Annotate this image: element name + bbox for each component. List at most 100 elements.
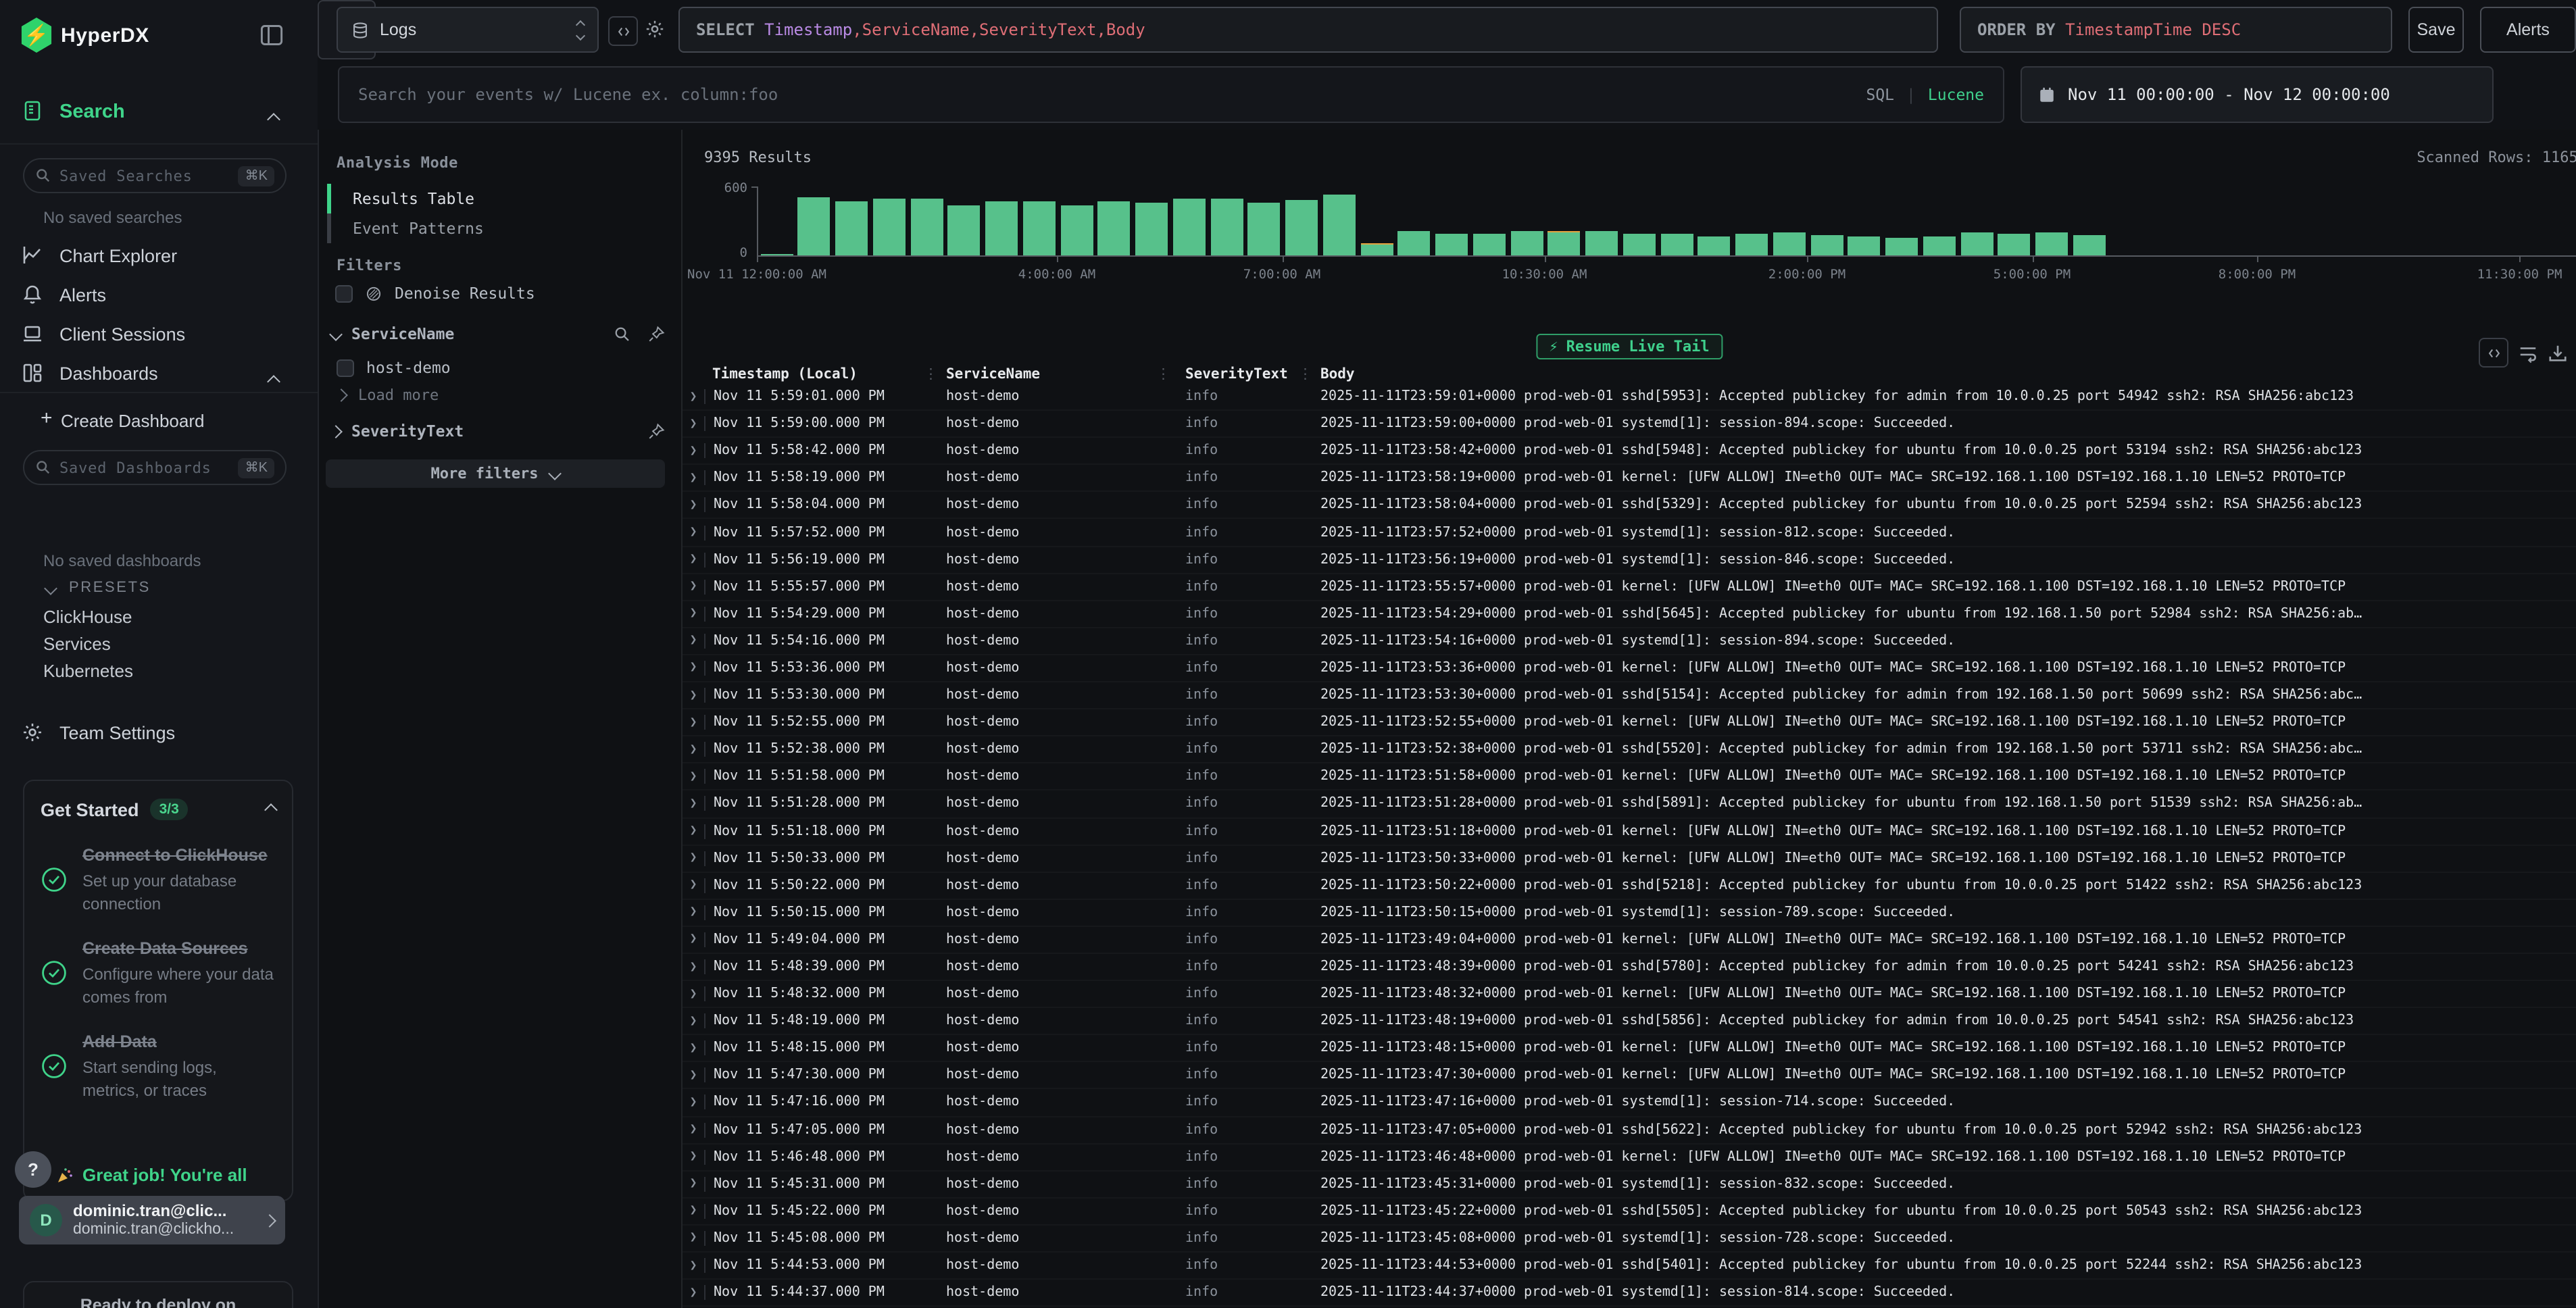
chart-bar[interactable] bbox=[910, 186, 943, 255]
chart-bar[interactable] bbox=[1885, 186, 1918, 255]
row-expand-chevron[interactable]: ❯ bbox=[683, 526, 704, 539]
chart-bar[interactable] bbox=[1698, 186, 1731, 255]
row-expand-chevron[interactable]: ❯ bbox=[683, 906, 704, 920]
table-row[interactable]: ❯ Nov 11 5:52:38.000 PM host-demo info 2… bbox=[683, 736, 2576, 763]
sidebar-preset-kubernetes[interactable]: Kubernetes bbox=[43, 661, 133, 681]
row-expand-chevron[interactable]: ❯ bbox=[683, 444, 704, 457]
filter-group-servicename[interactable]: ServiceName bbox=[331, 324, 665, 343]
row-expand-chevron[interactable]: ❯ bbox=[683, 1259, 704, 1272]
table-row[interactable]: ❯ Nov 11 5:51:28.000 PM host-demo info 2… bbox=[683, 791, 2576, 818]
chart-bar[interactable] bbox=[1060, 186, 1093, 255]
column-header-severitytext[interactable]: SeverityText⋮ bbox=[1179, 366, 1320, 382]
saved-searches-input[interactable]: Saved Searches ⌘K bbox=[23, 158, 287, 193]
view-source-icon[interactable] bbox=[2479, 338, 2508, 368]
table-row[interactable]: ❯ Nov 11 5:56:19.000 PM host-demo info 2… bbox=[683, 547, 2576, 574]
column-header-timestamp[interactable]: Timestamp (Local)⋮ bbox=[704, 366, 946, 382]
chart-bar[interactable] bbox=[1473, 186, 1506, 255]
chart-bar[interactable] bbox=[1585, 186, 1618, 255]
chart-bar[interactable] bbox=[1735, 186, 1768, 255]
chart-bar[interactable] bbox=[1135, 186, 1168, 255]
row-expand-chevron[interactable]: ❯ bbox=[683, 743, 704, 757]
row-expand-chevron[interactable]: ❯ bbox=[683, 960, 704, 974]
chart-bar[interactable] bbox=[1510, 186, 1543, 255]
sidebar-item-team-settings[interactable]: Team Settings bbox=[0, 713, 318, 753]
table-row[interactable]: ❯ Nov 11 5:45:31.000 PM host-demo info 2… bbox=[683, 1171, 2576, 1198]
table-row[interactable]: ❯ Nov 11 5:51:18.000 PM host-demo info 2… bbox=[683, 818, 2576, 845]
table-row[interactable]: ❯ Nov 11 5:48:32.000 PM host-demo info 2… bbox=[683, 981, 2576, 1008]
mode-event-patterns[interactable]: Event Patterns bbox=[327, 213, 624, 243]
chart-bar[interactable] bbox=[1210, 186, 1243, 255]
chart-bar[interactable] bbox=[1323, 186, 1356, 255]
download-icon[interactable] bbox=[2548, 343, 2568, 363]
denoise-results-checkbox-row[interactable]: Denoise Results bbox=[335, 284, 535, 303]
chart-bar[interactable] bbox=[1848, 186, 1881, 255]
chart-bar[interactable] bbox=[1548, 186, 1581, 255]
row-expand-chevron[interactable]: ❯ bbox=[683, 499, 704, 512]
query-settings-gear-icon[interactable] bbox=[645, 19, 665, 39]
table-row[interactable]: ❯ Nov 11 5:49:04.000 PM host-demo info 2… bbox=[683, 927, 2576, 954]
pin-icon[interactable] bbox=[647, 325, 665, 343]
table-row[interactable]: ❯ Nov 11 5:50:15.000 PM host-demo info 2… bbox=[683, 900, 2576, 927]
table-row[interactable]: ❯ Nov 11 5:45:08.000 PM host-demo info 2… bbox=[683, 1226, 2576, 1253]
row-expand-chevron[interactable]: ❯ bbox=[683, 580, 704, 593]
checkbox[interactable] bbox=[337, 359, 354, 376]
chart-bar[interactable] bbox=[985, 186, 1018, 255]
table-row[interactable]: ❯ Nov 11 5:57:52.000 PM host-demo info 2… bbox=[683, 520, 2576, 547]
sql-mode-toggle[interactable]: SQL bbox=[1866, 85, 1894, 104]
row-expand-chevron[interactable]: ❯ bbox=[683, 1042, 704, 1055]
sidebar-item-chart-explorer[interactable]: Chart Explorer bbox=[0, 236, 318, 276]
pin-icon[interactable] bbox=[647, 422, 665, 440]
table-row[interactable]: ❯ Nov 11 5:47:30.000 PM host-demo info 2… bbox=[683, 1063, 2576, 1090]
table-row[interactable]: ❯ Nov 11 5:48:39.000 PM host-demo info 2… bbox=[683, 954, 2576, 981]
load-more-button[interactable]: Load more bbox=[337, 386, 439, 404]
wrap-lines-icon[interactable] bbox=[2518, 343, 2538, 363]
row-expand-chevron[interactable]: ❯ bbox=[683, 851, 704, 865]
chart-bar[interactable] bbox=[1623, 186, 1656, 255]
row-expand-chevron[interactable]: ❯ bbox=[683, 1123, 704, 1136]
column-header-servicename[interactable]: ServiceName⋮ bbox=[946, 366, 1179, 382]
chart-bar[interactable] bbox=[1360, 186, 1393, 255]
table-row[interactable]: ❯ Nov 11 5:58:04.000 PM host-demo info 2… bbox=[683, 493, 2576, 520]
presets-section-toggle[interactable]: PRESETS bbox=[46, 580, 151, 596]
row-expand-chevron[interactable]: ❯ bbox=[683, 634, 704, 648]
row-expand-chevron[interactable]: ❯ bbox=[683, 1069, 704, 1082]
row-expand-chevron[interactable]: ❯ bbox=[683, 987, 704, 1001]
chart-bar[interactable] bbox=[2035, 186, 2068, 255]
sidebar-item-client-sessions[interactable]: Client Sessions bbox=[0, 315, 318, 354]
row-expand-chevron[interactable]: ❯ bbox=[683, 1232, 704, 1245]
row-expand-chevron[interactable]: ❯ bbox=[683, 1014, 704, 1028]
row-expand-chevron[interactable]: ❯ bbox=[683, 1096, 704, 1109]
sidebar-item-search[interactable]: Search bbox=[0, 92, 318, 131]
chevron-up-icon[interactable] bbox=[266, 797, 276, 822]
table-row[interactable]: ❯ Nov 11 5:59:00.000 PM host-demo info 2… bbox=[683, 411, 2576, 438]
column-header-body[interactable]: Body bbox=[1320, 366, 2576, 382]
deploy-banner[interactable]: Ready to deploy on bbox=[23, 1281, 293, 1308]
row-expand-chevron[interactable]: ❯ bbox=[683, 417, 704, 430]
event-search-input[interactable]: Search your events w/ Lucene ex. column:… bbox=[338, 66, 2004, 123]
filter-value-host-demo[interactable]: host-demo bbox=[337, 358, 451, 377]
order-by-input[interactable]: ORDER BY TimestampTime DESC bbox=[1960, 7, 2392, 53]
table-row[interactable]: ❯ Nov 11 5:55:57.000 PM host-demo info 2… bbox=[683, 574, 2576, 601]
table-row[interactable]: ❯ Nov 11 5:58:42.000 PM host-demo info 2… bbox=[683, 438, 2576, 465]
chart-bar[interactable] bbox=[1810, 186, 1843, 255]
row-expand-chevron[interactable]: ❯ bbox=[683, 661, 704, 675]
row-expand-chevron[interactable]: ❯ bbox=[683, 770, 704, 784]
row-expand-chevron[interactable]: ❯ bbox=[683, 824, 704, 838]
table-row[interactable]: ❯ Nov 11 5:54:16.000 PM host-demo info 2… bbox=[683, 628, 2576, 655]
chart-bar[interactable] bbox=[1098, 186, 1131, 255]
row-expand-chevron[interactable]: ❯ bbox=[683, 933, 704, 947]
get-started-step[interactable]: Create Data Sources Configure where your… bbox=[41, 936, 276, 1008]
row-expand-chevron[interactable]: ❯ bbox=[683, 797, 704, 811]
date-range-picker[interactable]: Nov 11 00:00:00 - Nov 12 00:00:00 bbox=[2021, 66, 2494, 123]
checkbox[interactable] bbox=[335, 284, 353, 302]
table-row[interactable]: ❯ Nov 11 5:50:33.000 PM host-demo info 2… bbox=[683, 845, 2576, 872]
sidebar-item-alerts[interactable]: Alerts bbox=[0, 276, 318, 315]
table-row[interactable]: ❯ Nov 11 5:51:58.000 PM host-demo info 2… bbox=[683, 764, 2576, 791]
get-started-step[interactable]: Add Data Start sending logs, metrics, or… bbox=[41, 1030, 276, 1101]
table-row[interactable]: ❯ Nov 11 5:44:53.000 PM host-demo info 2… bbox=[683, 1253, 2576, 1280]
table-row[interactable]: ❯ Nov 11 5:48:15.000 PM host-demo info 2… bbox=[683, 1036, 2576, 1063]
lucene-mode-toggle[interactable]: Lucene bbox=[1928, 85, 1984, 104]
chart-bar[interactable] bbox=[1398, 186, 1431, 255]
alerts-button[interactable]: Alerts bbox=[2480, 7, 2576, 53]
resume-live-tail-button[interactable]: ⚡ Resume Live Tail bbox=[1535, 334, 1723, 359]
